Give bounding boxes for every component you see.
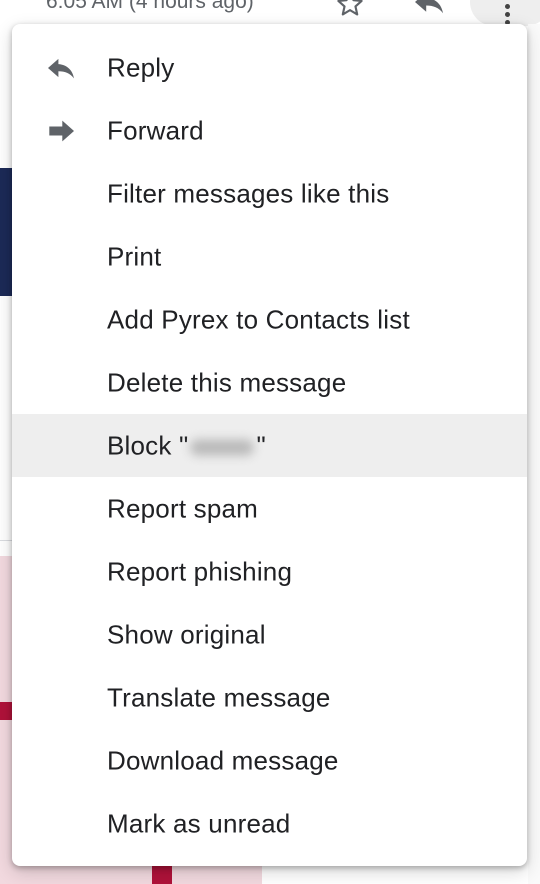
menu-item-label: Print bbox=[107, 241, 162, 271]
menu-item-translate-message[interactable]: Translate message bbox=[12, 666, 527, 729]
message-header: 6:05 AM (4 hours ago) bbox=[0, 0, 540, 26]
more-options-button[interactable] bbox=[470, 0, 540, 26]
menu-item-report-spam[interactable]: Report spam bbox=[12, 477, 527, 540]
menu-item-label: Filter messages like this bbox=[107, 178, 390, 208]
background-banner bbox=[0, 168, 12, 296]
message-actions-menu: Reply Forward Filter messages like this … bbox=[12, 24, 527, 866]
redacted-sender-name bbox=[190, 439, 255, 456]
star-icon[interactable] bbox=[334, 0, 366, 20]
menu-item-add-to-contacts[interactable]: Add Pyrex to Contacts list bbox=[12, 288, 527, 351]
menu-item-reply[interactable]: Reply bbox=[12, 36, 527, 99]
forward-icon bbox=[49, 120, 74, 141]
menu-item-label: Download message bbox=[107, 745, 339, 775]
menu-item-block-sender[interactable]: Block " " bbox=[12, 414, 527, 477]
menu-item-label: Delete this message bbox=[107, 367, 347, 397]
menu-item-label: Show original bbox=[107, 619, 266, 649]
menu-item-label: Translate message bbox=[107, 682, 331, 712]
menu-item-forward[interactable]: Forward bbox=[12, 99, 527, 162]
menu-item-label: Mark as unread bbox=[107, 808, 291, 838]
menu-item-label: Block " " bbox=[107, 430, 266, 460]
divider bbox=[0, 540, 12, 541]
menu-item-label: Add Pyrex to Contacts list bbox=[107, 304, 410, 334]
reply-icon[interactable] bbox=[412, 0, 446, 16]
menu-item-report-phishing[interactable]: Report phishing bbox=[12, 540, 527, 603]
menu-item-label: Report phishing bbox=[107, 556, 293, 586]
menu-item-print[interactable]: Print bbox=[12, 225, 527, 288]
message-timestamp: 6:05 AM (4 hours ago) bbox=[46, 0, 254, 13]
background-accent bbox=[0, 702, 12, 720]
menu-item-delete-message[interactable]: Delete this message bbox=[12, 351, 527, 414]
menu-item-download-message[interactable]: Download message bbox=[12, 729, 527, 792]
menu-item-label: Forward bbox=[107, 115, 204, 145]
reply-icon bbox=[48, 58, 74, 78]
background-edge bbox=[528, 24, 540, 884]
menu-item-label: Reply bbox=[107, 52, 175, 82]
menu-item-label: Report spam bbox=[107, 493, 259, 523]
menu-item-mark-as-unread[interactable]: Mark as unread bbox=[12, 792, 527, 855]
menu-item-show-original[interactable]: Show original bbox=[12, 603, 527, 666]
menu-item-filter-messages[interactable]: Filter messages like this bbox=[12, 162, 527, 225]
